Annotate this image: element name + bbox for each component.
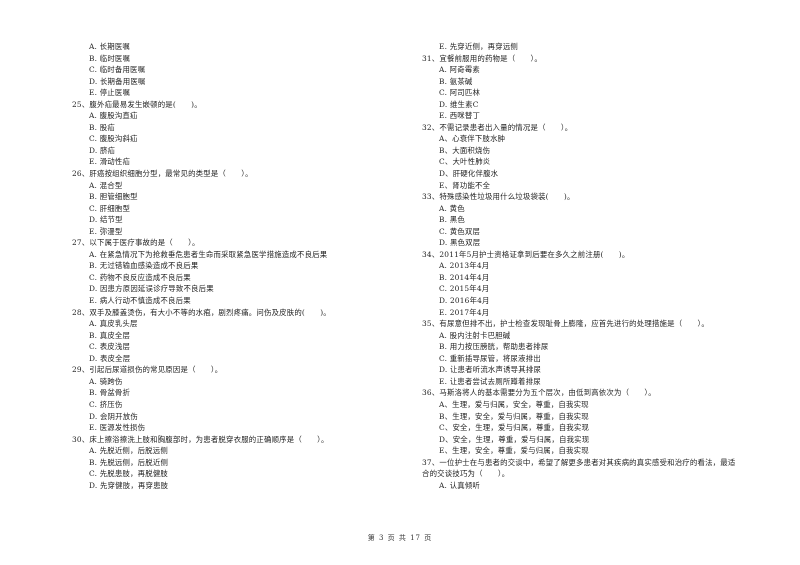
answer-option: A. 2013年4月	[439, 261, 490, 271]
answer-option: D. 先穿健肢，再穿患肢	[89, 480, 169, 490]
question-stem: 30、床上擦浴擦洗上肢和胸腹部时，为患者脱穿衣服的正确顺序是（ ）。	[72, 434, 329, 444]
answer-option: B. 骨盆骨折	[89, 388, 131, 398]
answer-option: A、生理，爱与归属，安全，尊重，自我实现	[439, 399, 589, 409]
answer-option: C. 重新插导尿管，将尿液排出	[439, 353, 541, 363]
answer-option: E. 2017年4月	[439, 307, 490, 317]
answer-option: B. 无过错输血感染造成不良后果	[89, 261, 199, 271]
answer-option: D、肝硬化伴腹水	[439, 169, 499, 179]
answer-option: D. 2016年4月	[439, 296, 490, 306]
question-stem: 25、腹外疝最易发生嵌顿的是( )。	[72, 99, 202, 109]
answer-option: B. 临时医嘱	[89, 53, 131, 63]
answer-option: D. 维生素C	[439, 99, 479, 109]
answer-option: B、大面积烧伤	[439, 145, 491, 155]
answer-option: D. 黑色双层	[439, 238, 481, 248]
answer-option: C. 药物不良反应造成不良后果	[89, 272, 191, 282]
answer-option: E. 医源发性损伤	[89, 423, 146, 433]
answer-option: E. 停止医嘱	[89, 88, 131, 98]
answer-option: B. 2014年4月	[439, 272, 490, 282]
answer-option: C. 表皮浅层	[89, 342, 131, 352]
answer-option: B. 黑色	[439, 215, 465, 225]
answer-option: E、肾功能不全	[439, 180, 491, 190]
answer-option: A. 腹股沟直疝	[89, 111, 138, 121]
question-stem: 27、以下属于医疗事故的是（ ）。	[72, 238, 200, 248]
page-footer: 第 3 页 共 17 页	[367, 534, 433, 542]
answer-option: A. 真皮乳头层	[89, 319, 138, 329]
answer-option: C. 临时备用医嘱	[89, 65, 146, 75]
answer-option: A. 骑跨伤	[89, 376, 123, 386]
question-stem: 37、一位护士在与患者的交谈中，希望了解更多患者对其疾病的真实感受和治疗的看法，…	[422, 457, 736, 467]
answer-option: C. 挤压伤	[89, 399, 123, 409]
answer-option: D. 让患者听流水声诱导其排尿	[439, 365, 542, 375]
answer-option: C. 2015年4月	[439, 284, 490, 294]
question-stem: 34、2011年5月护士资格证拿到后要在多久之前注册( )。	[422, 249, 630, 259]
answer-option: B. 真皮全层	[89, 330, 131, 340]
answer-option: E. 让患者尝试去厕所蹲着排尿	[439, 376, 541, 386]
question-stem: 26、肝癌按组织细胞分型，最常见的类型是（ ）。	[72, 169, 253, 179]
answer-option: C. 黄色双层	[439, 226, 481, 236]
question-stem: 33、特殊感染性垃圾用什么垃圾袋装( )。	[422, 192, 575, 202]
answer-option: C、大叶性肺炎	[439, 157, 491, 167]
answer-option: C. 先脱患肢，再脱健肢	[89, 469, 169, 479]
question-stem: 31、宜餐前服用的药物是（ ）。	[422, 53, 542, 63]
answer-option: C、安全，生理，爱与归属，尊重，自我实现	[439, 423, 590, 433]
left-column: A. 长期医嘱 B. 临时医嘱 C. 临时备用医嘱 D. 长期备用医嘱 E. 停止医嘱 2…	[72, 41, 402, 491]
answer-option: A. 黄色	[439, 203, 465, 213]
answer-option: A. 在紧急情况下为抢救垂危患者生命而采取紧急医学措施造成不良后果	[89, 249, 328, 259]
answer-option: D. 因患方原因延误诊疗导致不良后果	[89, 284, 214, 294]
answer-option: D. 脐疝	[89, 145, 116, 155]
answer-option: B、生理，安全，爱与归属，尊重，自我实现	[439, 411, 589, 421]
answer-option: A. 股内注射卡巴胆碱	[439, 330, 511, 340]
answer-option: C. 腹股沟斜疝	[89, 134, 138, 144]
answer-option: D、安全，生理，尊重，爱与归属，自我实现	[439, 434, 590, 444]
answer-option: A. 认真倾听	[439, 480, 480, 490]
answer-option: D. 表皮全层	[89, 353, 131, 363]
question-stem: 35、有尿意但排不出，护士检查发现耻骨上膨隆，应首先进行的处理措施是（ ）。	[422, 319, 709, 329]
answer-option: B. 氨茶碱	[439, 76, 473, 86]
question-stem: 32、不需记录患者出入量的情况是（ ）。	[422, 122, 573, 132]
answer-option: E. 弥漫型	[89, 226, 123, 236]
answer-option: E. 先穿近侧，再穿远侧	[439, 42, 519, 51]
question-stem: 28、双手及膝盖烫伤，有大小不等的水疱，剧烈疼痛。问伤及皮肤的( )。	[72, 307, 331, 317]
answer-option: A. 混合型	[89, 180, 123, 190]
answer-option: D. 结节型	[89, 215, 123, 225]
question-stem: 合的交谈技巧为（ ）。	[422, 469, 510, 479]
question-stem: 36、马斯洛将人的基本需要分为五个层次，由低到高依次为（ ）。	[422, 388, 656, 398]
answer-option: E. 滑动性疝	[89, 157, 131, 167]
answer-option: E. 西咪替丁	[439, 111, 481, 121]
answer-option: E、生理，安全，尊重，爱与归属，自我实现	[439, 446, 589, 456]
answer-option: D. 长期备用医嘱	[89, 76, 146, 86]
answer-option: A. 阿奇霉素	[439, 65, 480, 75]
answer-option: E. 病人行动不慎造成不良后果	[89, 296, 191, 306]
answer-option: C. 阿司匹林	[439, 88, 481, 98]
answer-option: B. 胆管细胞型	[89, 192, 138, 202]
right-column: E. 先穿近侧，再穿远侧 31、宜餐前服用的药物是（ ）。 A. 阿奇霉素 B. 氨茶…	[422, 41, 767, 491]
answer-option: A. 先脱近侧，后脱远侧	[89, 446, 168, 456]
answer-option: D. 会阴开放伤	[89, 411, 138, 421]
answer-option: A. 长期医嘱	[89, 42, 130, 51]
answer-option: C. 肝细胞型	[89, 203, 131, 213]
answer-option: B. 用力按压膀胱，帮助患者排尿	[439, 342, 549, 352]
answer-option: A、心衰伴下肢水肿	[439, 134, 506, 144]
question-stem: 29、引起后尿道损伤的常见原因是（ ）。	[72, 365, 223, 375]
answer-option: B. 先脱远侧，后脱近侧	[89, 457, 169, 467]
answer-option: B. 股疝	[89, 122, 115, 132]
